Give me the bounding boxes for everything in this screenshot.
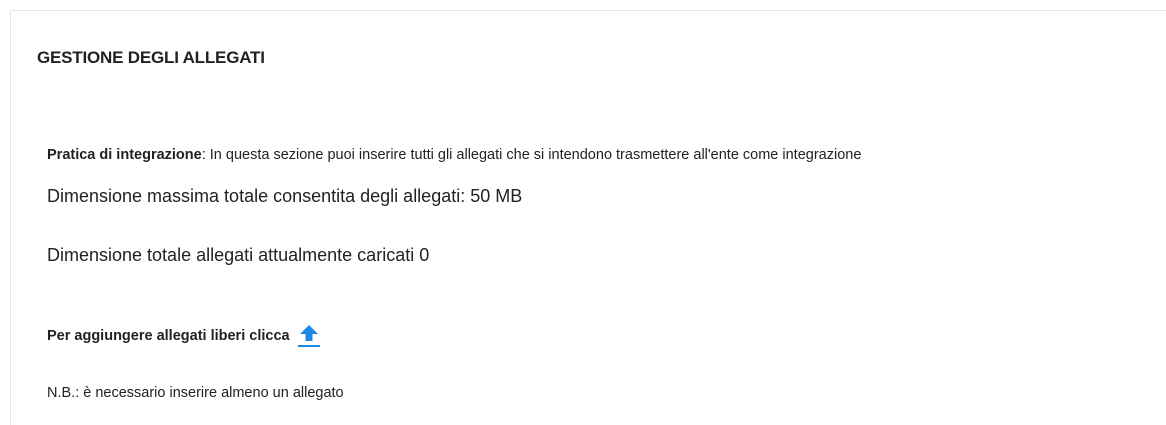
required-note: N.B.: è necessario inserire almeno un al… — [47, 385, 344, 401]
attachments-panel: GESTIONE DEGLI ALLEGATI Pratica di integ… — [10, 10, 1166, 425]
upload-button[interactable] — [296, 322, 322, 348]
intro-label: Pratica di integrazione — [47, 147, 202, 163]
intro-description: : In questa sezione puoi inserire tutti … — [201, 147, 862, 163]
intro-text: Pratica di integrazione: In questa sezio… — [47, 147, 861, 163]
add-attachment-row: Per aggiungere allegati liberi clicca — [47, 324, 322, 348]
current-size-info: Dimensione totale allegati attualmente c… — [47, 245, 430, 265]
upload-icon — [297, 325, 320, 347]
max-size-info: Dimensione massima totale consentita deg… — [47, 186, 523, 206]
add-attachment-label: Per aggiungere allegati liberi clicca — [47, 328, 290, 344]
section-title: GESTIONE DEGLI ALLEGATI — [37, 48, 265, 67]
